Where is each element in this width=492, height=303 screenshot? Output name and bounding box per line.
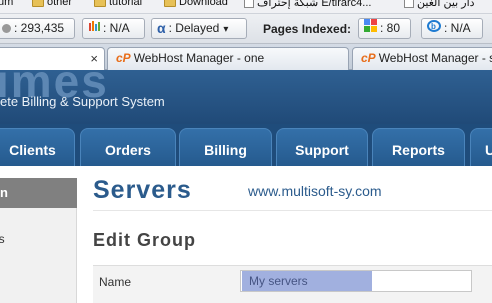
google-indexed-button[interactable]: : 80 <box>358 18 411 39</box>
nav-tab-more[interactable]: U <box>470 128 492 166</box>
bookmark-download[interactable]: Download <box>164 0 228 10</box>
alexa-rank-button[interactable]: : 293,435 <box>0 18 75 39</box>
cpanel-icon: cP <box>116 51 131 65</box>
tab-webhost-s[interactable]: cP WebHost Manager - s <box>352 47 492 70</box>
nav-tab-clients[interactable]: Clients <box>0 128 75 166</box>
nav-tab-billing[interactable]: Billing <box>179 128 272 166</box>
bookmark-tutorial[interactable]: tutorial <box>94 0 142 10</box>
page-icon <box>244 0 254 9</box>
page-title: Servers <box>93 176 192 204</box>
tab-webhost-one[interactable]: cP WebHost Manager - one <box>107 47 349 70</box>
compete-delayed-button[interactable]: α: Delayed ▾ <box>151 18 247 39</box>
svg-text:b: b <box>431 22 436 31</box>
stats-button[interactable]: : N/A <box>82 18 145 39</box>
bing-icon: b <box>427 19 441 38</box>
bookmark-arabic-2[interactable]: دار بين الغين <box>404 0 475 10</box>
site-tagline: ete Billing & Support System <box>0 94 165 109</box>
folder-icon <box>94 0 106 7</box>
chevron-down-icon: ▾ <box>223 24 229 35</box>
section-title: Edit Group <box>93 230 196 250</box>
rank-icon <box>2 24 11 34</box>
sidebar-item[interactable]: gs <box>0 232 5 246</box>
nav-tab-reports[interactable]: Reports <box>372 128 465 166</box>
main-nav: Clients Orders Billing Support Reports U <box>0 124 492 166</box>
nav-tab-orders[interactable]: Orders <box>80 128 176 166</box>
bars-icon <box>88 19 100 38</box>
folder-icon <box>164 0 176 7</box>
folder-icon <box>32 0 44 7</box>
divider <box>93 210 492 211</box>
bookmark-other[interactable]: other <box>32 0 72 10</box>
name-form-row: Name <box>93 265 492 303</box>
tab-current[interactable]: × <box>0 47 105 70</box>
name-label: Name <box>99 275 132 289</box>
site-url: www.multisoft-sy.com <box>248 183 382 199</box>
bookmark-arabic-forum[interactable]: شبكة إحتراف E/tirarc4... <box>244 0 371 10</box>
pages-indexed-label: Pages Indexed: <box>263 22 352 36</box>
bookmarks-bar: um other tutorial Download شبكة إحتراف E… <box>0 0 492 14</box>
site-header: imes ete Billing & Support System <box>0 70 492 124</box>
alpha-icon: α <box>157 20 166 37</box>
cpanel-icon: cP <box>361 51 376 65</box>
google-icon <box>364 19 377 38</box>
tab-strip: × cP WebHost Manager - one cP WebHost Mana… <box>0 44 492 70</box>
nav-tab-support[interactable]: Support <box>276 128 368 166</box>
seo-toolbar: : 293,435 : N/A α: Delayed ▾ Pages Indexe… <box>0 14 492 44</box>
bookmark-um[interactable]: um <box>0 0 13 10</box>
sidebar: n gs <box>0 178 77 303</box>
sidebar-header: n <box>0 178 77 208</box>
group-name-input[interactable] <box>240 270 472 292</box>
page-icon <box>404 0 414 9</box>
bing-indexed-button[interactable]: b : N/A <box>421 18 483 39</box>
close-icon[interactable]: × <box>90 48 98 69</box>
